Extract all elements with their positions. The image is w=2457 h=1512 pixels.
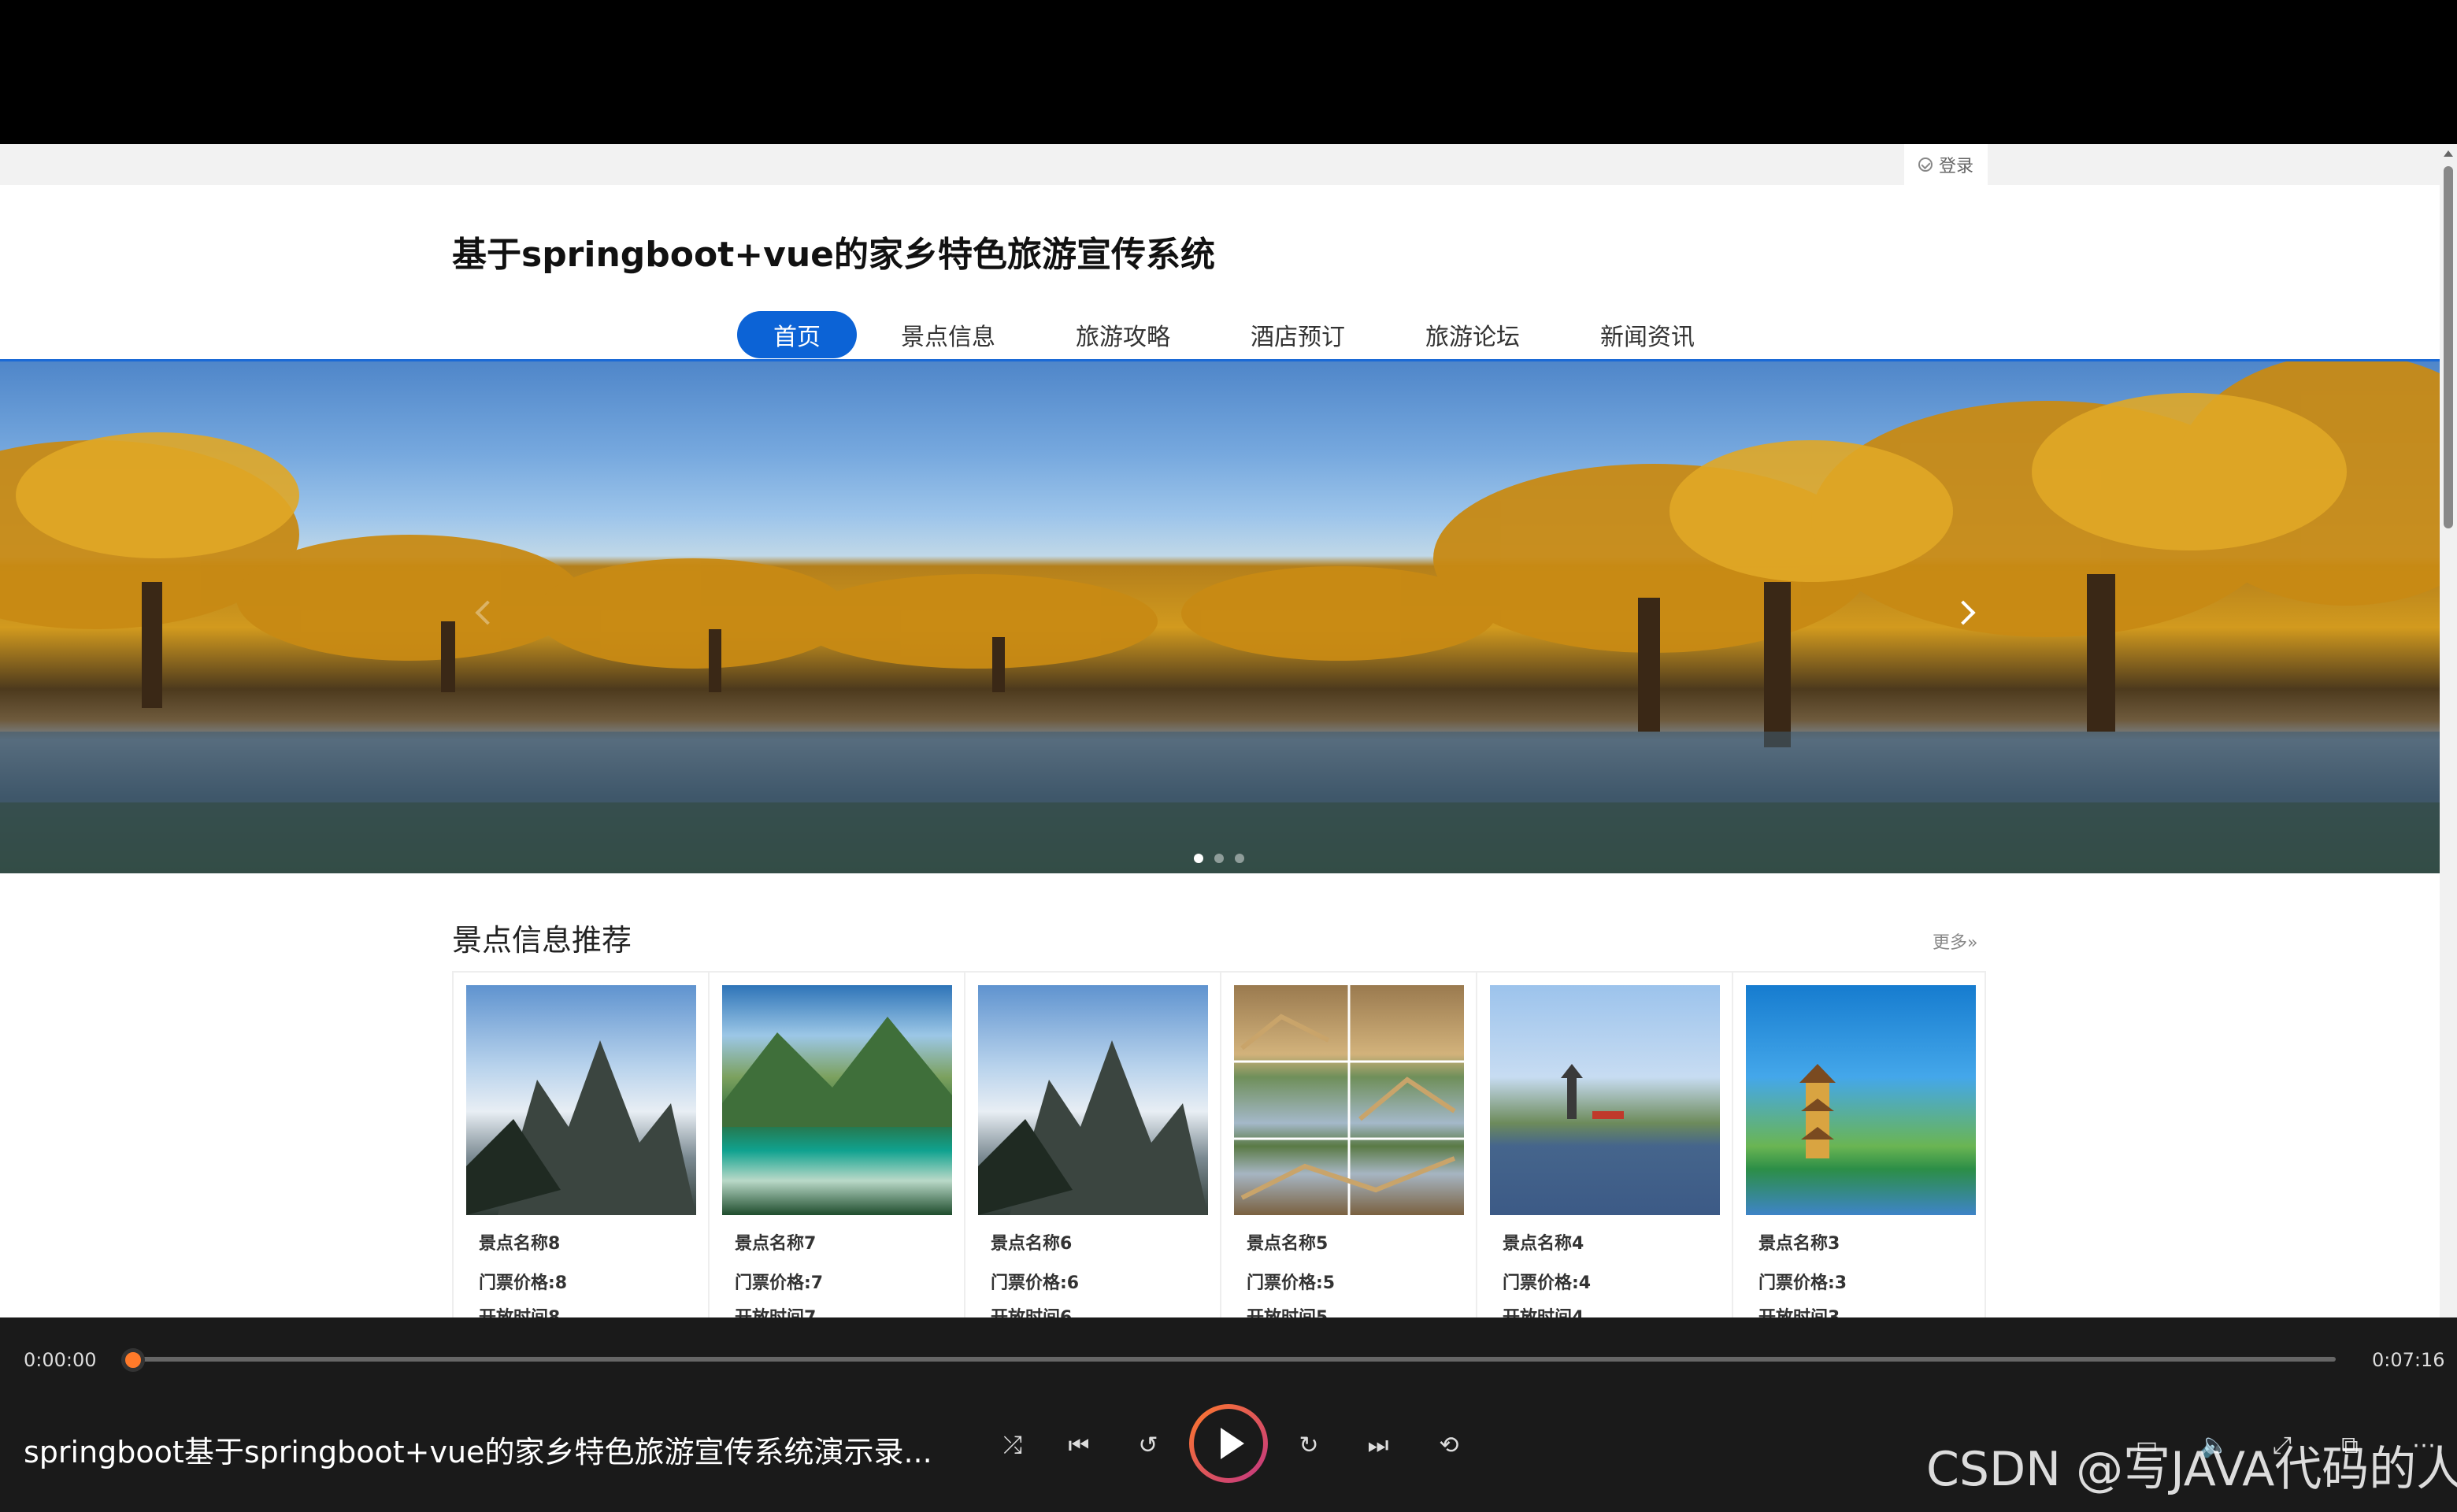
card-price: 门票价格:6 bbox=[991, 1273, 1080, 1293]
play-button[interactable] bbox=[1189, 1404, 1268, 1483]
nav-attractions[interactable]: 景点信息 bbox=[865, 311, 1032, 358]
card-price: 门票价格:5 bbox=[1247, 1273, 1336, 1293]
attraction-card[interactable]: 景点名称3 门票价格:3 开放时间3 bbox=[1733, 973, 1988, 1317]
seek-knob[interactable] bbox=[121, 1348, 145, 1372]
card-time: 开放时间6 bbox=[991, 1303, 1072, 1317]
card-name: 景点名称8 bbox=[479, 1234, 561, 1254]
attraction-card[interactable]: 景点名称8 门票价格:8 开放时间8 bbox=[454, 973, 710, 1317]
time-total: 0:07:16 bbox=[2372, 1349, 2445, 1371]
watermark: CSDN @写JAVA代码的人 bbox=[1926, 1442, 2457, 1497]
card-time: 开放时间5 bbox=[1247, 1303, 1328, 1317]
seek-bar[interactable] bbox=[134, 1357, 2336, 1362]
play-icon bbox=[1194, 1409, 1263, 1478]
carousel-next-icon[interactable] bbox=[1947, 598, 1978, 629]
carousel-dot[interactable] bbox=[1214, 854, 1224, 863]
attraction-image[interactable] bbox=[466, 985, 696, 1215]
card-time: 开放时间4 bbox=[1503, 1303, 1584, 1317]
card-time: 开放时间7 bbox=[735, 1303, 816, 1317]
page-scrollbar[interactable] bbox=[2440, 144, 2457, 1317]
next-icon[interactable]: ⏭ bbox=[1356, 1423, 1400, 1467]
carousel-dot[interactable] bbox=[1194, 854, 1203, 863]
card-name: 景点名称6 bbox=[991, 1234, 1073, 1254]
nav-hotel-booking[interactable]: 酒店预订 bbox=[1214, 311, 1381, 358]
attraction-image[interactable] bbox=[1746, 985, 1976, 1215]
carousel-dot[interactable] bbox=[1235, 854, 1244, 863]
video-player-controls: 0:00:00 0:07:16 springboot基于springboot+v… bbox=[0, 1317, 2457, 1512]
card-price: 门票价格:8 bbox=[479, 1273, 568, 1293]
top-bar: 登录 bbox=[0, 144, 2440, 185]
main-nav: 首页 景点信息 旅游攻略 酒店预订 旅游论坛 新闻资讯 bbox=[737, 311, 1739, 358]
carousel-slide-image bbox=[0, 361, 2440, 873]
scroll-thumb[interactable] bbox=[2444, 166, 2453, 528]
more-link[interactable]: 更多» bbox=[1933, 928, 1977, 954]
hero-carousel[interactable] bbox=[0, 361, 2440, 873]
rewind-10-icon[interactable]: ↺ bbox=[1126, 1423, 1170, 1467]
letterbox-top bbox=[0, 0, 2457, 144]
attraction-image[interactable] bbox=[1490, 985, 1720, 1215]
attraction-card[interactable]: 景点名称6 门票价格:6 开放时间6 bbox=[965, 973, 1221, 1317]
section-title: 景点信息推荐 bbox=[452, 923, 632, 958]
card-name: 景点名称7 bbox=[735, 1234, 817, 1254]
card-time: 开放时间8 bbox=[479, 1303, 560, 1317]
forward-30-icon[interactable]: ↻ bbox=[1287, 1423, 1331, 1467]
video-title: springboot基于springboot+vue的家乡特色旅游宣传系统演示录… bbox=[24, 1435, 932, 1469]
browser-webpage: 登录 基于springboot+vue的家乡特色旅游宣传系统 首页 景点信息 旅… bbox=[0, 144, 2457, 1317]
attraction-card[interactable]: 景点名称4 门票价格:4 开放时间4 bbox=[1477, 973, 1733, 1317]
carousel-prev-icon[interactable] bbox=[466, 598, 498, 629]
login-label: 登录 bbox=[1938, 157, 1973, 176]
attraction-card[interactable]: 景点名称7 门票价格:7 开放时间7 bbox=[710, 973, 965, 1317]
card-time: 开放时间3 bbox=[1758, 1303, 1840, 1317]
card-name: 景点名称3 bbox=[1758, 1234, 1840, 1254]
previous-icon[interactable]: ⏮ bbox=[1057, 1423, 1101, 1467]
login-link[interactable]: 登录 bbox=[1904, 144, 1988, 185]
time-current: 0:00:00 bbox=[24, 1349, 97, 1371]
attraction-image[interactable] bbox=[1234, 985, 1464, 1215]
nav-home[interactable]: 首页 bbox=[737, 311, 857, 358]
site-title: 基于springboot+vue的家乡特色旅游宣传系统 bbox=[452, 235, 1215, 275]
nav-news[interactable]: 新闻资讯 bbox=[1564, 311, 1731, 358]
check-circle-icon bbox=[1918, 158, 1933, 172]
card-price: 门票价格:4 bbox=[1503, 1273, 1592, 1293]
carousel-indicators bbox=[1194, 854, 1244, 863]
card-name: 景点名称4 bbox=[1503, 1234, 1584, 1254]
nav-forum[interactable]: 旅游论坛 bbox=[1389, 311, 1556, 358]
card-price: 门票价格:3 bbox=[1758, 1273, 1847, 1293]
scroll-up-icon[interactable] bbox=[2444, 150, 2453, 157]
attraction-card[interactable]: 景点名称5 门票价格:5 开放时间5 bbox=[1221, 973, 1477, 1317]
attraction-cards: 景点名称8 门票价格:8 开放时间8 景点名称7 门票价格:7 开放时间7 景点… bbox=[452, 971, 1986, 1317]
attraction-image[interactable] bbox=[978, 985, 1208, 1215]
shuffle-icon[interactable]: ⤮ bbox=[991, 1423, 1035, 1467]
attraction-image[interactable] bbox=[722, 985, 952, 1215]
card-name: 景点名称5 bbox=[1247, 1234, 1329, 1254]
nav-travel-guides[interactable]: 旅游攻略 bbox=[1040, 311, 1206, 358]
repeat-off-icon[interactable]: ⟲ bbox=[1427, 1423, 1471, 1467]
card-price: 门票价格:7 bbox=[735, 1273, 824, 1293]
